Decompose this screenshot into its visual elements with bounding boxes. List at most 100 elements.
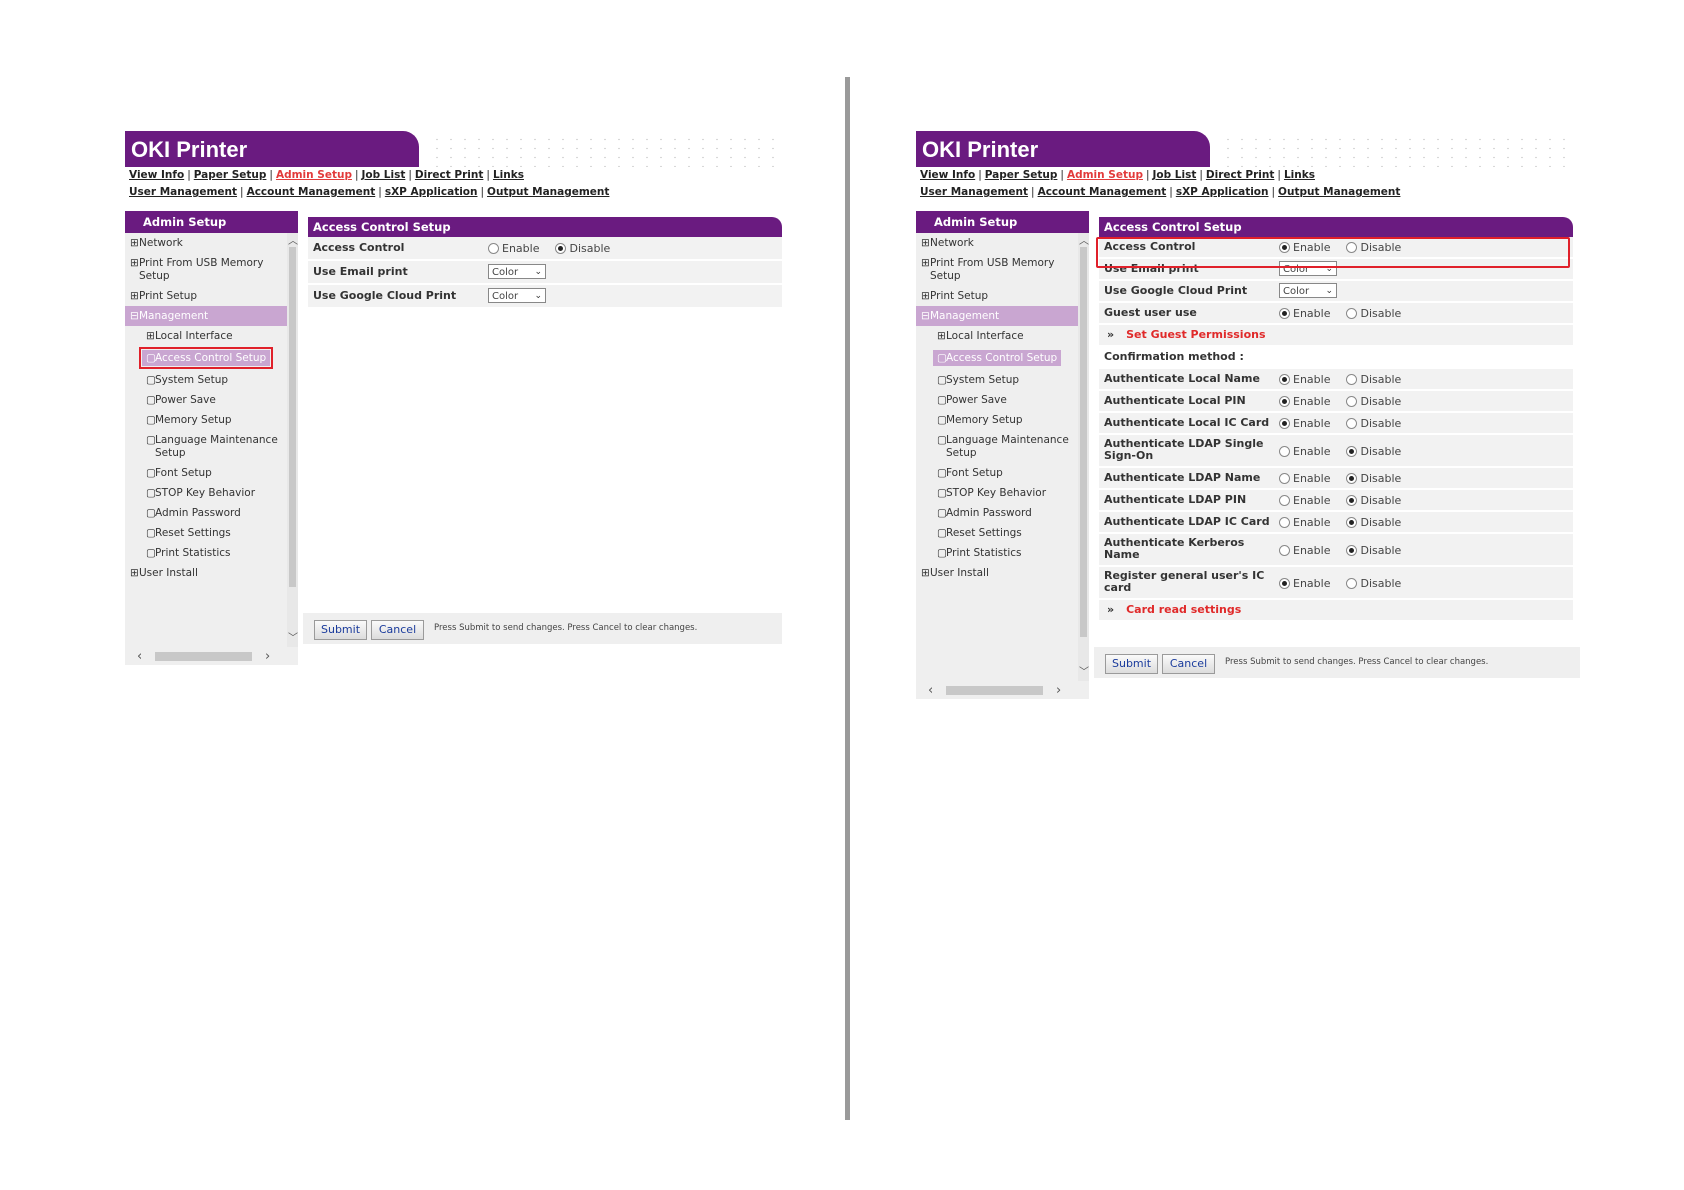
- sidebar-item-access-control-setup[interactable]: ▢Access Control Setup: [916, 346, 1089, 370]
- sidebar-item-setup[interactable]: Setup: [125, 270, 298, 286]
- cancel-button[interactable]: Cancel: [371, 620, 424, 640]
- sidebar-item-reset-settings[interactable]: ▢Reset Settings: [916, 523, 1089, 543]
- sidebar-item-stop-key-behavior[interactable]: ▢STOP Key Behavior: [916, 483, 1089, 503]
- nav-admin-setup[interactable]: Admin Setup: [1067, 169, 1143, 181]
- sidebar-item-print-setup[interactable]: ⊞Print Setup: [916, 286, 1089, 306]
- nav-job-list[interactable]: Job List: [362, 169, 406, 181]
- hscroll-thumb[interactable]: [946, 686, 1043, 695]
- scroll-left-icon[interactable]: ‹: [137, 649, 142, 664]
- sidebar-item-network[interactable]: ⊞Network: [916, 233, 1089, 253]
- radio-disable[interactable]: Disable: [1346, 373, 1401, 386]
- nav-account-management[interactable]: Account Management: [1038, 186, 1167, 198]
- sidebar-scrollbar[interactable]: ︿ ﹀: [1078, 233, 1089, 681]
- sidebar-item-reset-settings[interactable]: ▢Reset Settings: [125, 523, 298, 543]
- sidebar-item-stop-key-behavior[interactable]: ▢STOP Key Behavior: [125, 483, 298, 503]
- scroll-right-icon[interactable]: ›: [265, 649, 270, 664]
- sidebar-item-setup[interactable]: Setup: [125, 447, 298, 463]
- sidebar-item-user-install[interactable]: ⊞User Install: [125, 563, 298, 583]
- sidebar-item-system-setup[interactable]: ▢System Setup: [916, 370, 1089, 390]
- sidebar-item-access-control-setup[interactable]: ▢Access Control Setup: [125, 346, 298, 370]
- sidebar-item-power-save[interactable]: ▢Power Save: [916, 390, 1089, 410]
- cancel-button[interactable]: Cancel: [1162, 654, 1215, 674]
- nav-sxp-application[interactable]: sXP Application: [1176, 186, 1269, 198]
- radio-disable[interactable]: Disable: [1346, 395, 1401, 408]
- sidebar-item-system-setup[interactable]: ▢System Setup: [125, 370, 298, 390]
- radio-enable[interactable]: Enable: [1279, 544, 1330, 557]
- sidebar-item-management[interactable]: ⊟Management: [125, 306, 298, 326]
- row-label[interactable]: » Card read settings: [1107, 604, 1241, 616]
- radio-enable[interactable]: Enable: [488, 242, 539, 255]
- sidebar-item-user-install[interactable]: ⊞User Install: [916, 563, 1089, 583]
- sidebar-item-print-statistics[interactable]: ▢Print Statistics: [125, 543, 298, 563]
- email-print-select[interactable]: Color ⌄: [488, 264, 546, 279]
- radio-enable[interactable]: Enable: [1279, 472, 1330, 485]
- nav-view-info[interactable]: View Info: [920, 169, 975, 181]
- radio-enable[interactable]: Enable: [1279, 445, 1330, 458]
- radio-disable[interactable]: Disable: [1346, 307, 1401, 320]
- scroll-down-icon[interactable]: ﹀: [1079, 663, 1089, 678]
- radio-enable[interactable]: Enable: [1279, 395, 1330, 408]
- sidebar-item-font-setup[interactable]: ▢Font Setup: [916, 463, 1089, 483]
- nav-view-info[interactable]: View Info: [129, 169, 184, 181]
- sidebar-item-admin-password[interactable]: ▢Admin Password: [125, 503, 298, 523]
- nav-admin-setup[interactable]: Admin Setup: [276, 169, 352, 181]
- scrollbar-thumb[interactable]: [1080, 247, 1087, 637]
- nav-direct-print[interactable]: Direct Print: [1206, 169, 1274, 181]
- sidebar-item-font-setup[interactable]: ▢Font Setup: [125, 463, 298, 483]
- color-select[interactable]: Color ⌄: [1279, 283, 1337, 298]
- scroll-left-icon[interactable]: ‹: [928, 683, 933, 698]
- radio-disable[interactable]: Disable: [1346, 417, 1401, 430]
- nav-user-management[interactable]: User Management: [920, 186, 1028, 198]
- radio-disable[interactable]: Disable: [1346, 445, 1401, 458]
- nav-output-management[interactable]: Output Management: [1278, 186, 1400, 198]
- color-select[interactable]: Color ⌄: [1279, 261, 1337, 276]
- radio-disable[interactable]: Disable: [555, 242, 610, 255]
- submit-button[interactable]: Submit: [1105, 654, 1158, 674]
- nav-account-management[interactable]: Account Management: [247, 186, 376, 198]
- sidebar-item-setup[interactable]: Setup: [916, 270, 1089, 286]
- sidebar-item-memory-setup[interactable]: ▢Memory Setup: [916, 410, 1089, 430]
- nav-output-management[interactable]: Output Management: [487, 186, 609, 198]
- radio-enable[interactable]: Enable: [1279, 417, 1330, 430]
- sidebar-item-print-statistics[interactable]: ▢Print Statistics: [916, 543, 1089, 563]
- scroll-up-icon[interactable]: ︿: [288, 232, 298, 247]
- scroll-up-icon[interactable]: ︿: [1079, 232, 1089, 247]
- nav-paper-setup[interactable]: Paper Setup: [985, 169, 1058, 181]
- nav-job-list[interactable]: Job List: [1153, 169, 1197, 181]
- radio-enable[interactable]: Enable: [1279, 241, 1330, 254]
- sidebar-item-print-setup[interactable]: ⊞Print Setup: [125, 286, 298, 306]
- sidebar-hscrollbar[interactable]: ‹ ›: [916, 681, 1089, 699]
- radio-disable[interactable]: Disable: [1346, 472, 1401, 485]
- radio-enable[interactable]: Enable: [1279, 307, 1330, 320]
- sidebar-item-power-save[interactable]: ▢Power Save: [125, 390, 298, 410]
- radio-enable[interactable]: Enable: [1279, 494, 1330, 507]
- hscroll-thumb[interactable]: [155, 652, 252, 661]
- row-label[interactable]: » Set Guest Permissions: [1107, 329, 1266, 341]
- cloud-print-select[interactable]: Color ⌄: [488, 288, 546, 303]
- radio-disable[interactable]: Disable: [1346, 577, 1401, 590]
- sidebar-item-local-interface[interactable]: ⊞Local Interface: [125, 326, 298, 346]
- nav-user-management[interactable]: User Management: [129, 186, 237, 198]
- sidebar-hscrollbar[interactable]: ‹ ›: [125, 647, 298, 665]
- sidebar-item-local-interface[interactable]: ⊞Local Interface: [916, 326, 1089, 346]
- submit-button[interactable]: Submit: [314, 620, 367, 640]
- radio-disable[interactable]: Disable: [1346, 516, 1401, 529]
- nav-paper-setup[interactable]: Paper Setup: [194, 169, 267, 181]
- sidebar-scrollbar[interactable]: ︿ ﹀: [287, 233, 298, 647]
- nav-sxp-application[interactable]: sXP Application: [385, 186, 478, 198]
- radio-disable[interactable]: Disable: [1346, 241, 1401, 254]
- radio-enable[interactable]: Enable: [1279, 516, 1330, 529]
- scroll-right-icon[interactable]: ›: [1056, 683, 1061, 698]
- sidebar-item-memory-setup[interactable]: ▢Memory Setup: [125, 410, 298, 430]
- nav-direct-print[interactable]: Direct Print: [415, 169, 483, 181]
- radio-enable[interactable]: Enable: [1279, 577, 1330, 590]
- nav-links[interactable]: Links: [1284, 169, 1315, 181]
- sidebar-item-setup[interactable]: Setup: [916, 447, 1089, 463]
- radio-disable[interactable]: Disable: [1346, 494, 1401, 507]
- sidebar-item-network[interactable]: ⊞Network: [125, 233, 298, 253]
- scroll-down-icon[interactable]: ﹀: [288, 629, 298, 644]
- nav-links[interactable]: Links: [493, 169, 524, 181]
- sidebar-item-management[interactable]: ⊟Management: [916, 306, 1089, 326]
- radio-enable[interactable]: Enable: [1279, 373, 1330, 386]
- sidebar-item-admin-password[interactable]: ▢Admin Password: [916, 503, 1089, 523]
